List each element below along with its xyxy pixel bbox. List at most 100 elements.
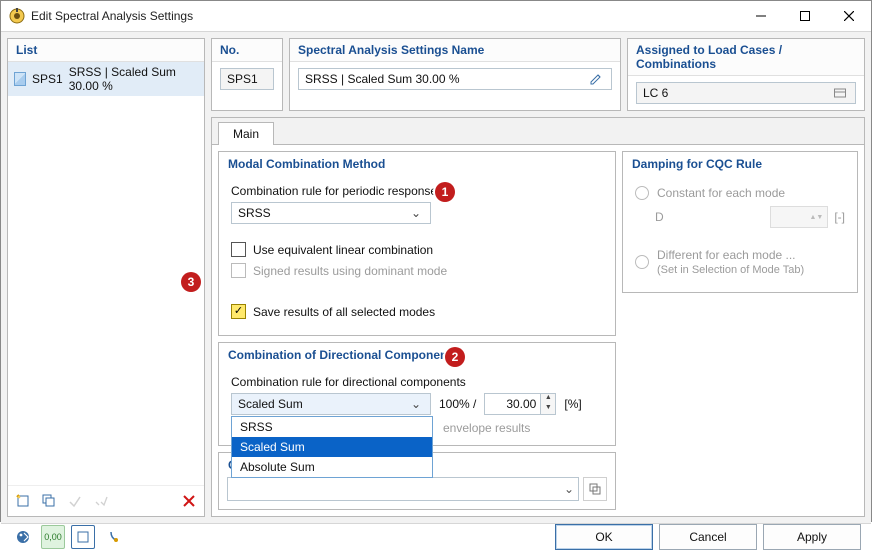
signed-results-checkbox: Signed results using dominant mode — [231, 263, 603, 278]
damping-d-label: D — [655, 210, 664, 224]
chevron-down-icon: ⌄ — [408, 206, 424, 220]
badge-2: 2 — [445, 347, 465, 367]
delete-item-button[interactable] — [177, 489, 201, 513]
comment-action-button[interactable] — [583, 477, 607, 501]
tabbar: Main — [212, 118, 864, 145]
comment-field[interactable]: ⌄ — [227, 477, 579, 501]
checkbox-box — [231, 263, 246, 278]
maximize-button[interactable] — [783, 1, 827, 31]
copy-item-button[interactable] — [37, 489, 61, 513]
save-results-checkbox[interactable]: ✓ Save results of all selected modes — [231, 304, 603, 319]
pct-spinner[interactable]: 30.00 ▲ ▼ — [484, 393, 556, 415]
main-panel: Main Modal Combination Method Combinatio… — [211, 117, 865, 517]
pct-unit: [%] — [564, 397, 581, 411]
content-right: Damping for CQC Rule Constant for each m… — [622, 151, 858, 510]
edit-name-icon[interactable] — [587, 70, 605, 88]
chevron-down-icon[interactable]: ⌄ — [560, 482, 578, 496]
ok-button[interactable]: OK — [555, 524, 653, 550]
tab-main[interactable]: Main — [218, 122, 274, 145]
assign-title: Assigned to Load Cases / Combinations — [628, 39, 864, 76]
right-column: No. SPS1 Spectral Analysis Settings Name… — [211, 38, 865, 517]
close-button[interactable] — [827, 1, 871, 31]
damping-different-sub: (Set in Selection of Mode Tab) — [657, 264, 804, 276]
list-panel: List SPS1 SRSS | Scaled Sum 30.00 % — [7, 38, 205, 517]
directional-rule-dropdown[interactable]: SRSS Scaled Sum Absolute Sum — [231, 416, 433, 478]
pct-value: 30.00 — [485, 397, 540, 411]
list-title: List — [8, 39, 204, 62]
chevron-up-icon[interactable]: ▲ — [541, 394, 555, 404]
radio-circle — [635, 186, 649, 200]
chevron-down-icon: ⌄ — [408, 397, 424, 411]
apply-button[interactable]: Apply — [763, 524, 861, 550]
list-item-name: SRSS | Scaled Sum 30.00 % — [69, 65, 198, 93]
list-body[interactable]: SPS1 SRSS | Scaled Sum 30.00 % — [8, 62, 204, 485]
modal-rule-value: SRSS — [238, 206, 271, 220]
name-value: SRSS | Scaled Sum 30.00 % — [305, 72, 460, 86]
assign-panel: Assigned to Load Cases / Combinations LC… — [627, 38, 865, 111]
modal-rule-select[interactable]: SRSS ⌄ — [231, 202, 431, 224]
damping-different-radio: Different for each mode ... (Set in Sele… — [635, 248, 845, 276]
left-column: List SPS1 SRSS | Scaled Sum 30.00 % — [7, 38, 205, 517]
option-srss[interactable]: SRSS — [232, 417, 432, 437]
no-title: No. — [212, 39, 282, 62]
window-title: Edit Spectral Analysis Settings — [31, 9, 739, 23]
damping-different-label: Different for each mode ... — [657, 248, 796, 262]
use-equivalent-checkbox[interactable]: Use equivalent linear combination — [231, 242, 603, 257]
signed-results-label: Signed results using dominant mode — [253, 264, 447, 278]
new-item-button[interactable] — [11, 489, 35, 513]
titlebar: Edit Spectral Analysis Settings — [1, 1, 871, 32]
section-damping: Damping for CQC Rule Constant for each m… — [622, 151, 858, 293]
name-field[interactable]: SRSS | Scaled Sum 30.00 % — [298, 68, 612, 90]
body: List SPS1 SRSS | Scaled Sum 30.00 % — [1, 32, 871, 523]
help-button[interactable] — [11, 525, 35, 549]
modal-section-title: Modal Combination Method — [219, 152, 615, 176]
assign-field[interactable]: LC 6 — [636, 82, 856, 104]
option-scaled-sum[interactable]: Scaled Sum — [232, 437, 432, 457]
damping-d-field: ▲▼ — [770, 206, 828, 228]
radio-circle — [635, 255, 649, 269]
damping-section-title: Damping for CQC Rule — [623, 152, 857, 176]
cancel-button[interactable]: Cancel — [659, 524, 757, 550]
minimize-button[interactable] — [739, 1, 783, 31]
section-directional: Combination of Directional Components Co… — [218, 342, 616, 446]
use-equivalent-label: Use equivalent linear combination — [253, 243, 433, 257]
app-icon — [9, 8, 25, 24]
badge-1: 1 — [435, 182, 455, 202]
badge-3: 3 — [181, 272, 201, 292]
units-button[interactable]: 0,00 — [41, 525, 65, 549]
name-panel: Spectral Analysis Settings Name SRSS | S… — [289, 38, 621, 111]
damping-d-unit: [-] — [834, 210, 845, 224]
list-toolbar — [8, 485, 204, 516]
assign-value: LC 6 — [643, 86, 668, 100]
pct-label: 100% / — [439, 397, 476, 411]
name-title: Spectral Analysis Settings Name — [290, 39, 620, 62]
list-item[interactable]: SPS1 SRSS | Scaled Sum 30.00 % — [8, 62, 204, 96]
assign-open-icon[interactable] — [831, 84, 849, 102]
checkbox-box — [231, 242, 246, 257]
directional-rule-select[interactable]: Scaled Sum ⌄ SRSS Scaled Sum Absolute Su… — [231, 393, 431, 415]
no-value: SPS1 — [227, 72, 258, 86]
header-row: No. SPS1 Spectral Analysis Settings Name… — [211, 38, 865, 111]
content-left: Modal Combination Method Combination rul… — [218, 151, 616, 510]
chevron-down-icon[interactable]: ▼ — [541, 404, 555, 414]
filter-button[interactable] — [101, 525, 125, 549]
spinner-buttons[interactable]: ▲ ▼ — [540, 394, 555, 414]
section-modal-combination: Modal Combination Method Combination rul… — [218, 151, 616, 336]
list-item-icon — [14, 72, 26, 86]
no-field[interactable]: SPS1 — [220, 68, 274, 90]
damping-constant-label: Constant for each mode — [657, 186, 785, 200]
bottombar: 0,00 OK Cancel Apply — [1, 523, 871, 550]
damping-constant-radio: Constant for each mode — [635, 186, 845, 200]
env-hint: envelope results — [435, 419, 603, 435]
directional-section-title: Combination of Directional Components — [219, 343, 615, 367]
toolbar-action-4 — [89, 489, 113, 513]
checkbox-box: ✓ — [231, 304, 246, 319]
view-button[interactable] — [71, 525, 95, 549]
option-absolute-sum[interactable]: Absolute Sum — [232, 457, 432, 477]
directional-rule-value: Scaled Sum — [238, 397, 303, 411]
save-results-label: Save results of all selected modes — [253, 305, 435, 319]
directional-rule-label: Combination rule for directional compone… — [231, 375, 603, 389]
toolbar-action-3 — [63, 489, 87, 513]
modal-rule-label: Combination rule for periodic responses — [231, 184, 603, 198]
damping-d-row: D ▲▼ [-] — [655, 206, 845, 228]
